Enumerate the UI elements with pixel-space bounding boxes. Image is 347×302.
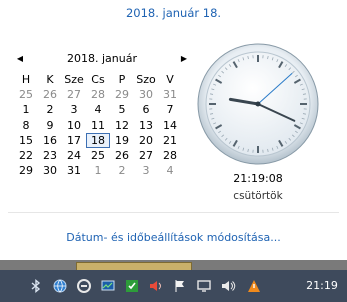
calendar-day[interactable]: 29 — [14, 163, 38, 178]
bluetooth-icon[interactable] — [28, 278, 44, 294]
calendar-day[interactable]: 22 — [14, 148, 38, 163]
calendar-day[interactable]: 25 — [86, 148, 110, 163]
network-monitor-icon[interactable] — [196, 278, 212, 294]
calendar-day[interactable]: 25 — [14, 87, 38, 102]
calendar-day[interactable]: 26 — [110, 148, 134, 163]
calendar-day[interactable]: 1 — [14, 102, 38, 117]
calendar-day[interactable]: 3 — [62, 102, 86, 117]
digital-time: 21:19:08 — [233, 172, 283, 185]
calendar-day[interactable]: 28 — [86, 87, 110, 102]
weekday-header: V — [166, 73, 174, 86]
calendar-day[interactable]: 4 — [158, 163, 182, 178]
calendar-day[interactable]: 2 — [110, 163, 134, 178]
next-month-button[interactable]: ▶ — [178, 52, 190, 66]
calendar-day[interactable]: 27 — [134, 148, 158, 163]
calendar-day[interactable]: 3 — [134, 163, 158, 178]
clock-center — [255, 101, 261, 107]
weekday-header: K — [46, 73, 54, 86]
weekday-header: H — [21, 73, 31, 86]
weekday-label: csütörtök — [233, 190, 283, 202]
calendar-navigation: ◀ 2018. január ▶ — [14, 52, 190, 66]
divider — [8, 212, 339, 213]
action-center-icon[interactable] — [246, 278, 262, 294]
calendar-day[interactable]: 4 — [86, 102, 110, 117]
calendar-day[interactable]: 30 — [38, 163, 62, 178]
calendar-day[interactable]: 31 — [62, 163, 86, 178]
date-time-flyout: 2018. január 18. ◀ 2018. január ▶ H K Sze C… — [0, 0, 347, 260]
task-manager-icon[interactable] — [100, 278, 116, 294]
calendar-day[interactable]: 30 — [134, 87, 158, 102]
calendar-day[interactable]: 15 — [14, 133, 38, 148]
calendar-day[interactable]: 28 — [158, 148, 182, 163]
analog-clock — [197, 43, 319, 165]
calendar-day[interactable]: 1 — [86, 163, 110, 178]
calendar-day[interactable]: 12 — [110, 118, 134, 133]
calendar-day[interactable]: 8 — [14, 118, 38, 133]
sync-icon[interactable] — [76, 278, 92, 294]
month-title[interactable]: 2018. január — [14, 52, 190, 66]
calendar-day[interactable]: 14 — [158, 118, 182, 133]
flag-icon[interactable] — [172, 278, 188, 294]
calendar-day[interactable]: 2 — [38, 102, 62, 117]
calendar-day[interactable]: 6 — [134, 102, 158, 117]
weekday-header: Szo — [136, 73, 156, 86]
taskbar-clock[interactable]: 21:19 — [302, 279, 342, 292]
calendar-day[interactable]: 31 — [158, 87, 182, 102]
calendar-day[interactable]: 17 — [62, 133, 86, 148]
full-date-link[interactable]: 2018. január 18. — [0, 6, 347, 20]
weekday-header: Cs — [91, 73, 105, 86]
calendar-day[interactable]: 20 — [134, 133, 158, 148]
calendar-day[interactable]: 27 — [62, 87, 86, 102]
calendar-day[interactable]: 16 — [38, 133, 62, 148]
calendar-day[interactable]: 9 — [38, 118, 62, 133]
weekday-header: P — [118, 73, 126, 86]
calendar-day[interactable]: 10 — [62, 118, 86, 133]
calendar-day[interactable]: 11 — [86, 118, 110, 133]
calendar-day[interactable]: 5 — [110, 102, 134, 117]
calendar-day[interactable]: 21 — [158, 133, 182, 148]
calendar-day[interactable]: 24 — [62, 148, 86, 163]
calendar-grid: H K Sze Cs P Szo V 25 26 27 28 29 30 31 1 2 3 4 5 6 7 8 9 10 11 1… — [14, 72, 182, 178]
shield-icon[interactable] — [124, 278, 140, 294]
calendar-day[interactable]: 19 — [110, 133, 134, 148]
weekday-header: Sze — [64, 73, 84, 86]
calendar-day[interactable]: 26 — [38, 87, 62, 102]
calendar-day[interactable]: 13 — [134, 118, 158, 133]
calendar-day[interactable]: 23 — [38, 148, 62, 163]
volume-icon[interactable] — [148, 278, 164, 294]
calendar-day[interactable]: 7 — [158, 102, 182, 117]
date-time-settings-link[interactable]: Dátum- és időbeállítások módosítása... — [0, 231, 347, 244]
network-globe-icon[interactable] — [52, 278, 68, 294]
speaker-icon[interactable] — [220, 278, 236, 294]
calendar-day[interactable]: 29 — [110, 87, 134, 102]
calendar-day-today[interactable]: 18 — [86, 132, 110, 148]
